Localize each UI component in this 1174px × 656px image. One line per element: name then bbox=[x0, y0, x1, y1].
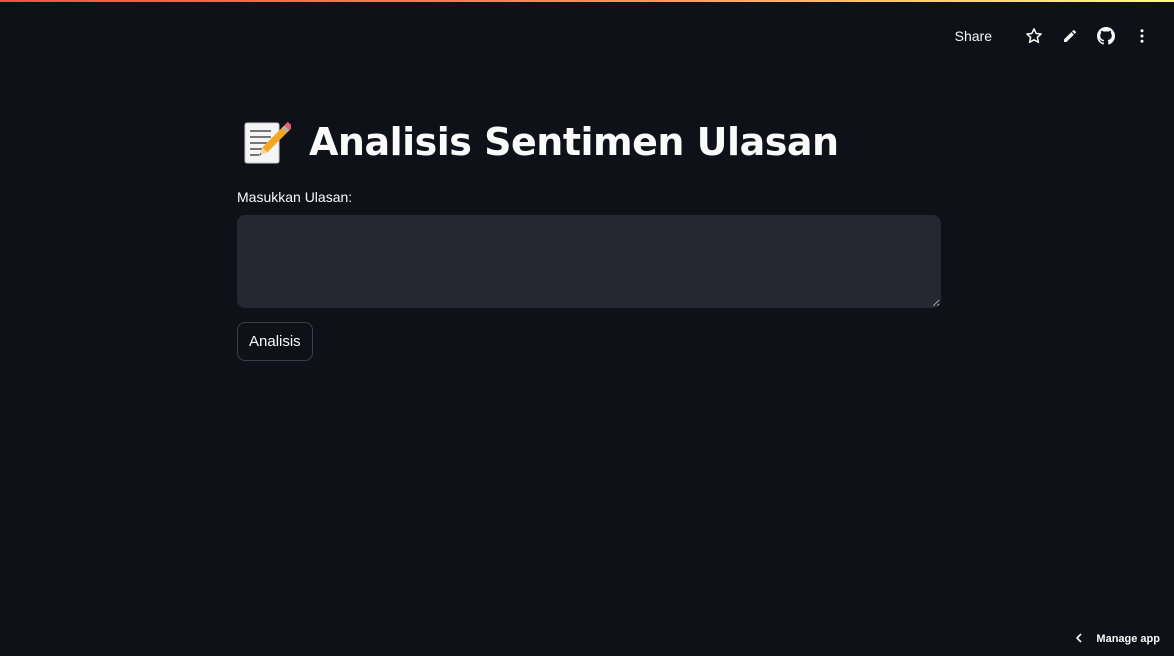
pencil-icon[interactable] bbox=[1060, 26, 1080, 46]
manage-app-label: Manage app bbox=[1096, 633, 1160, 645]
title-row: Analisis Sentimen Ulasan bbox=[237, 112, 941, 172]
more-vertical-icon[interactable] bbox=[1132, 26, 1152, 46]
share-button[interactable]: Share bbox=[955, 28, 992, 44]
chevron-left-icon bbox=[1074, 630, 1084, 648]
manage-app-button[interactable]: Manage app bbox=[1074, 632, 1160, 646]
top-decoration-bar bbox=[0, 0, 1174, 2]
github-icon[interactable] bbox=[1096, 26, 1116, 46]
review-textarea[interactable] bbox=[237, 215, 941, 308]
review-textarea-container bbox=[237, 215, 941, 308]
page-title: Analisis Sentimen Ulasan bbox=[309, 120, 839, 164]
star-icon[interactable] bbox=[1024, 26, 1044, 46]
toolbar: Share bbox=[955, 22, 1152, 50]
analisis-button[interactable]: Analisis bbox=[237, 322, 313, 361]
main-content: Analisis Sentimen Ulasan Masukkan Ulasan… bbox=[237, 112, 941, 361]
app-root: Share Analisis Sentimen Ulasan Masukkan … bbox=[0, 0, 1174, 656]
review-field-label: Masukkan Ulasan: bbox=[237, 189, 353, 205]
memo-icon bbox=[241, 117, 293, 167]
